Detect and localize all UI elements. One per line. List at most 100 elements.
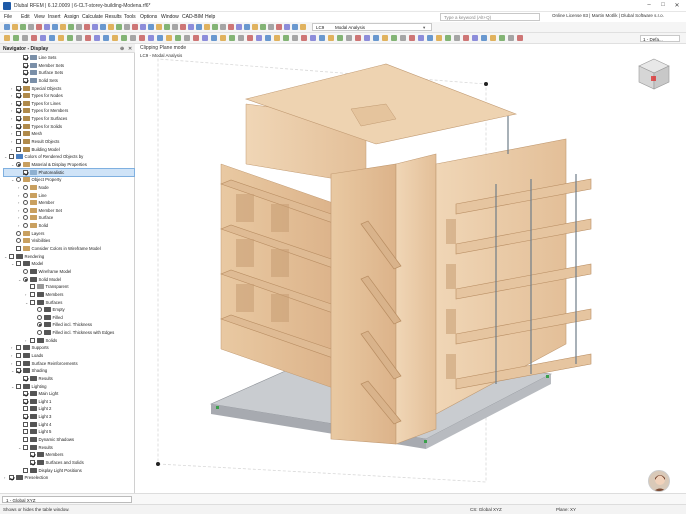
radio-button[interactable] (16, 177, 21, 183)
toolbar-button-icon[interactable] (284, 24, 290, 30)
navigator-item[interactable]: Solid Sets (4, 77, 134, 85)
toolbar-button-icon[interactable] (4, 35, 10, 41)
toolbar-button-icon[interactable] (427, 35, 433, 41)
toolbar-button-icon[interactable] (164, 24, 170, 30)
navigator-item[interactable]: Filled incl. Thickness (4, 321, 134, 329)
toolbar-button-icon[interactable] (76, 24, 82, 30)
radio-button[interactable] (23, 200, 28, 206)
navigator-item[interactable]: › Surface (4, 214, 134, 222)
toolbar-button-icon[interactable] (238, 35, 244, 41)
clipping-handle[interactable] (484, 82, 488, 86)
navigator-item[interactable]: Light 3 (4, 413, 134, 421)
navigator-item[interactable]: Light 5 (4, 428, 134, 436)
navigator-item[interactable]: ⌄ Object Property (4, 176, 134, 184)
toolbar-button-icon[interactable] (373, 35, 379, 41)
checkbox[interactable] (16, 139, 21, 145)
toolbar-button-icon[interactable] (391, 35, 397, 41)
toolbar-button-icon[interactable] (346, 35, 352, 41)
checkbox[interactable] (16, 131, 21, 137)
toolbar-button-icon[interactable] (84, 24, 90, 30)
toolbar-button-icon[interactable] (132, 24, 138, 30)
checkbox[interactable] (16, 261, 21, 267)
toolbar-button-icon[interactable] (76, 35, 82, 41)
toolbar-button-icon[interactable] (92, 24, 98, 30)
navigator-item[interactable]: Empty (4, 306, 134, 314)
toolbar-button-icon[interactable] (274, 35, 280, 41)
navigator-item[interactable]: › Solids (4, 337, 134, 345)
navigator-item[interactable]: ⌄ Shading (4, 367, 134, 375)
checkbox[interactable] (16, 383, 21, 389)
checkbox[interactable] (23, 55, 28, 60)
toolbar-button-icon[interactable] (436, 35, 442, 41)
navigator-item[interactable]: Wireframe Model (4, 268, 134, 276)
toolbar-button-icon[interactable] (247, 35, 253, 41)
pin-icon[interactable]: ⊕ (120, 46, 124, 52)
toolbar-button-icon[interactable] (40, 35, 46, 41)
toolbar-button-icon[interactable] (212, 24, 218, 30)
menu-insert[interactable]: Insert (48, 14, 61, 20)
toolbar-button-icon[interactable] (36, 24, 42, 30)
checkbox[interactable] (9, 475, 14, 481)
toolbar-button-icon[interactable] (156, 24, 162, 30)
toolbar-button-icon[interactable] (193, 35, 199, 41)
toolbar-button-icon[interactable] (108, 24, 114, 30)
toolbar-button-icon[interactable] (292, 35, 298, 41)
navigator-item[interactable]: Surface Sets (4, 69, 134, 77)
checkbox[interactable] (30, 299, 35, 305)
navigator-item[interactable]: ⌄ Results (4, 444, 134, 452)
toolbar-button-icon[interactable] (180, 24, 186, 30)
radio-button[interactable] (23, 223, 28, 229)
search-input[interactable]: Type a keyword (Alt+Q) (440, 13, 540, 21)
navigator-item[interactable]: › Result Objects (4, 138, 134, 146)
checkbox[interactable] (16, 360, 21, 366)
navigator-item[interactable]: ⌄ Solid Model (4, 276, 134, 284)
view-cube-icon[interactable] (636, 56, 672, 92)
checkbox[interactable] (16, 345, 21, 351)
navigator-item[interactable]: Line Sets (4, 54, 134, 62)
menu-assign[interactable]: Assign (64, 14, 79, 20)
navigator-item[interactable]: Filled (4, 314, 134, 322)
navigator-item[interactable]: › Types for Surfaces (4, 115, 134, 123)
checkbox[interactable] (16, 352, 21, 358)
menu-cad-bim[interactable]: CAD-BIM (182, 14, 203, 20)
toolbar-button-icon[interactable] (100, 24, 106, 30)
toolbar-button-icon[interactable] (220, 24, 226, 30)
checkbox[interactable] (30, 291, 35, 297)
navigator-item[interactable]: Visibilities (4, 237, 134, 245)
checkbox[interactable] (23, 77, 28, 83)
building-model[interactable] (136, 44, 686, 504)
checkbox[interactable] (16, 246, 21, 252)
checkbox[interactable] (23, 406, 28, 412)
radio-button[interactable] (16, 230, 21, 236)
checkbox[interactable] (23, 62, 28, 68)
toolbar-button-icon[interactable] (265, 35, 271, 41)
navigator-item[interactable]: › Node (4, 184, 134, 192)
navigator-item[interactable]: ⌄ Material & Display Properties (4, 161, 134, 169)
toolbar-button-icon[interactable] (172, 24, 178, 30)
navigator-item[interactable]: › Solid (4, 222, 134, 230)
toolbar-button-icon[interactable] (148, 35, 154, 41)
menu-help[interactable]: Help (205, 14, 215, 20)
toolbar-button-icon[interactable] (130, 35, 136, 41)
radio-button[interactable] (23, 207, 28, 213)
navigator-item[interactable]: Light 4 (4, 421, 134, 429)
navigator-item[interactable]: Results (4, 375, 134, 383)
navigator-item[interactable]: ⌄ Colors of Rendered Objects by (4, 153, 134, 161)
toolbar-button-icon[interactable] (31, 35, 37, 41)
toolbar-button-icon[interactable] (400, 35, 406, 41)
toolbar-button-icon[interactable] (418, 35, 424, 41)
menu-window[interactable]: Window (161, 14, 179, 20)
toolbar-button-icon[interactable] (409, 35, 415, 41)
toolbar-button-icon[interactable] (236, 24, 242, 30)
navigator-item[interactable]: Light 2 (4, 405, 134, 413)
toolbar-button-icon[interactable] (202, 35, 208, 41)
toolbar-button-icon[interactable] (116, 24, 122, 30)
radio-button[interactable] (16, 161, 21, 167)
toolbar-button-icon[interactable] (328, 35, 334, 41)
menu-options[interactable]: Options (140, 14, 157, 20)
maximize-icon[interactable]: □ (658, 2, 668, 8)
checkbox[interactable] (23, 70, 28, 76)
navigator-item[interactable]: › Types for Lines (4, 100, 134, 108)
navigator-item[interactable]: › Line (4, 192, 134, 200)
radio-button[interactable] (37, 330, 42, 336)
